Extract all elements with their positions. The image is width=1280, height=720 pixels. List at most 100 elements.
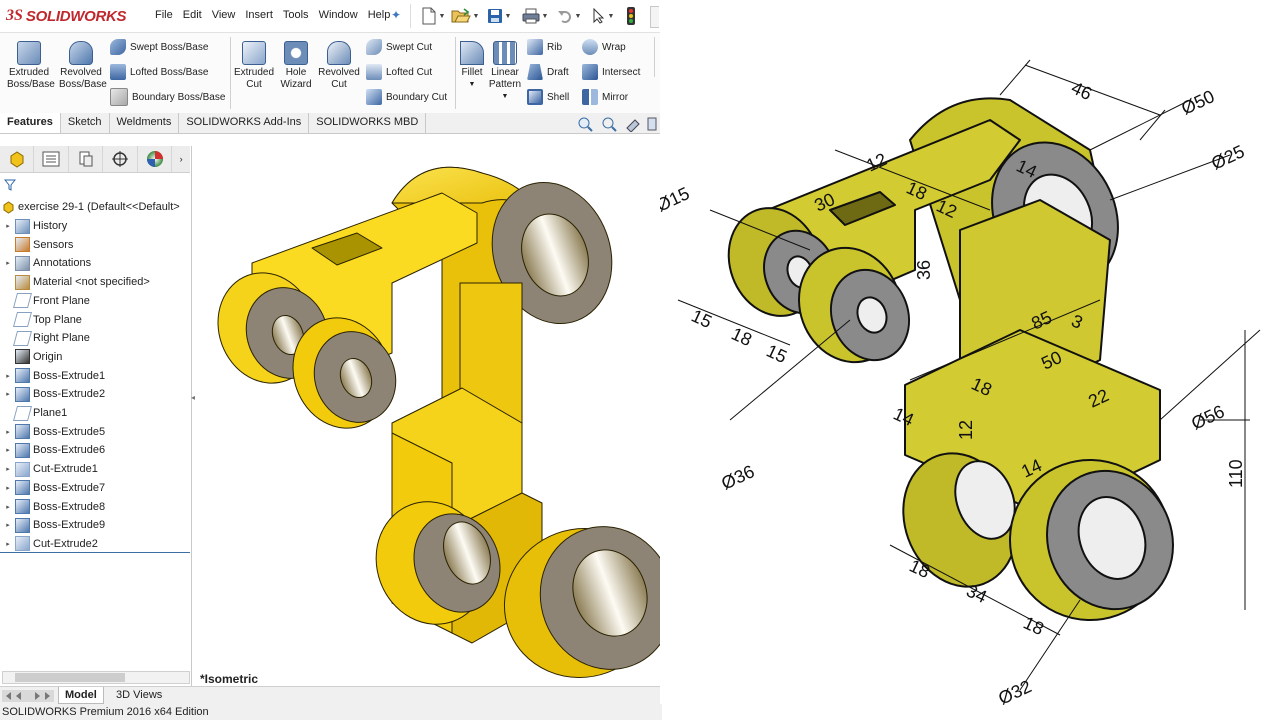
open-button[interactable]: ▼: [450, 5, 480, 27]
tree-item[interactable]: ▸ Boss-Extrude9: [0, 516, 105, 534]
tree-item[interactable]: ▸ Cut-Extrude1: [0, 460, 98, 478]
tree-item[interactable]: ▸ Boss-Extrude6: [0, 441, 105, 459]
expand-arrow-icon[interactable]: ▸: [4, 465, 12, 473]
rib-button[interactable]: Rib: [527, 38, 569, 56]
tab-scroll-arrows-icon[interactable]: [2, 690, 54, 702]
options-edge[interactable]: [650, 6, 659, 28]
revolved-cut-icon: [327, 41, 351, 65]
tree-item[interactable]: ▸ Boss-Extrude2: [0, 385, 105, 403]
pin-icon[interactable]: ✦: [391, 8, 401, 22]
menu-tools[interactable]: Tools: [278, 9, 314, 21]
horizontal-scrollbar[interactable]: [2, 671, 190, 684]
boundary-boss-button[interactable]: Boundary Boss/Base: [110, 88, 225, 106]
lofted-boss-button[interactable]: Lofted Boss/Base: [110, 63, 225, 81]
expand-arrow-icon[interactable]: ▸: [4, 521, 12, 529]
menu-window[interactable]: Window: [314, 9, 363, 21]
tree-item[interactable]: ▸ Boss-Extrude8: [0, 498, 105, 516]
model-tab[interactable]: Model: [58, 687, 104, 704]
linear-pattern-button[interactable]: Linear Pattern ▼: [487, 35, 523, 103]
tree-item[interactable]: Plane1: [0, 404, 67, 422]
print-button[interactable]: ▼: [520, 5, 550, 27]
tree-item[interactable]: Origin: [0, 348, 62, 366]
extruded-boss-button[interactable]: Extruded Boss/Base: [3, 35, 55, 91]
propertymanager-tab[interactable]: [34, 146, 69, 172]
expand-arrow-icon[interactable]: ▸: [4, 484, 12, 492]
ribbon-separator: [230, 37, 231, 109]
fillet-dropdown-icon[interactable]: ▼: [457, 79, 487, 91]
rollback-bar[interactable]: [0, 552, 190, 553]
tab-sketch[interactable]: Sketch: [61, 113, 110, 133]
tree-item[interactable]: Right Plane: [0, 329, 90, 347]
wrap-button[interactable]: Wrap: [582, 38, 640, 56]
zoom-area-icon: [602, 117, 617, 132]
tree-item[interactable]: Top Plane: [0, 311, 82, 329]
display-manager-tab[interactable]: [138, 146, 173, 172]
tree-item-label: Front Plane: [33, 294, 90, 307]
tree-item[interactable]: ▸ Boss-Extrude1: [0, 367, 105, 385]
tree-item[interactable]: ▸ Boss-Extrude7: [0, 479, 105, 497]
tab-addins[interactable]: SOLIDWORKS Add-Ins: [179, 113, 310, 133]
tab-mbd[interactable]: SOLIDWORKS MBD: [309, 113, 427, 133]
history-icon: [15, 218, 30, 234]
hole-wizard-button[interactable]: Hole Wizard: [276, 35, 316, 91]
hole-wizard-icon: [284, 41, 308, 65]
swept-boss-button[interactable]: Swept Boss/Base: [110, 38, 225, 56]
expand-arrow-icon[interactable]: ▸: [4, 222, 12, 230]
save-button[interactable]: ▼: [484, 5, 514, 27]
tree-root[interactable]: exercise 29-1 (Default<<Default>: [0, 198, 180, 216]
fillet-button[interactable]: Fillet ▼: [457, 35, 487, 91]
tree-item[interactable]: Front Plane: [0, 292, 90, 310]
tree-item[interactable]: Material <not specified>: [0, 273, 150, 291]
expand-arrow-icon[interactable]: ▸: [4, 503, 12, 511]
tab-weldments[interactable]: Weldments: [110, 113, 180, 133]
section-view-button[interactable]: [646, 116, 658, 132]
yellow-part-model[interactable]: [203, 166, 660, 686]
lofted-cut-button[interactable]: Lofted Cut: [366, 63, 447, 81]
zoom-area-button[interactable]: [600, 116, 618, 132]
expand-arrow-icon[interactable]: ▸: [4, 446, 12, 454]
menu-view[interactable]: View: [207, 9, 241, 21]
expand-arrow-icon[interactable]: ▸: [4, 372, 12, 380]
expand-arrow-icon[interactable]: ▸: [4, 259, 12, 267]
3d-views-tab[interactable]: 3D Views: [110, 687, 168, 703]
menu-file[interactable]: File: [150, 9, 178, 21]
boundary-cut-button[interactable]: Boundary Cut: [366, 88, 447, 106]
previous-view-button[interactable]: [624, 116, 642, 132]
undo-button[interactable]: ▼: [554, 5, 584, 27]
menu-insert[interactable]: Insert: [240, 9, 278, 21]
solidworks-logo[interactable]: 3S SOLIDWORKS: [6, 6, 127, 26]
tree-item[interactable]: ▸ History: [0, 217, 67, 235]
tree-filter[interactable]: [2, 176, 188, 194]
select-button[interactable]: ▼: [590, 5, 616, 27]
graphics-area[interactable]: [192, 133, 660, 686]
new-document-button[interactable]: ▼: [418, 5, 448, 27]
draft-button[interactable]: Draft: [527, 63, 569, 81]
menu-edit[interactable]: Edit: [178, 9, 207, 21]
expand-arrow-icon[interactable]: ▸: [4, 428, 12, 436]
expand-arrow-icon[interactable]: ▸: [4, 540, 12, 548]
revolved-cut-button[interactable]: Revolved Cut: [316, 35, 362, 91]
tree-item[interactable]: ▸ Boss-Extrude5: [0, 423, 105, 441]
panel-scroll-right[interactable]: ›: [172, 146, 190, 172]
tree-item[interactable]: Sensors: [0, 236, 73, 254]
extruded-cut-button[interactable]: Extruded Cut: [232, 35, 276, 91]
intersect-button[interactable]: Intersect: [582, 63, 640, 81]
zoom-to-fit-button[interactable]: [576, 116, 594, 132]
rebuild-button[interactable]: [624, 5, 638, 27]
revolved-boss-button[interactable]: Revolved Boss/Base: [56, 35, 107, 91]
pattern-dropdown-icon[interactable]: ▼: [487, 91, 523, 103]
shell-button[interactable]: Shell: [527, 88, 569, 106]
scrollbar-thumb[interactable]: [15, 673, 125, 682]
expand-arrow-icon[interactable]: ▸: [4, 390, 12, 398]
configurationmanager-tab[interactable]: [69, 146, 104, 172]
mirror-button[interactable]: Mirror: [582, 88, 640, 106]
sensors-icon: [15, 237, 30, 253]
dimxpert-tab[interactable]: [103, 146, 138, 172]
featuremanager-tab[interactable]: [0, 146, 35, 172]
tree-item[interactable]: ▸ Cut-Extrude2: [0, 535, 98, 553]
tab-features[interactable]: Features: [0, 113, 61, 133]
swept-cut-button[interactable]: Swept Cut: [366, 38, 447, 56]
tree-item[interactable]: ▸ Annotations: [0, 254, 91, 272]
extrude-icon: [15, 386, 30, 402]
shell-icon: [527, 89, 543, 105]
